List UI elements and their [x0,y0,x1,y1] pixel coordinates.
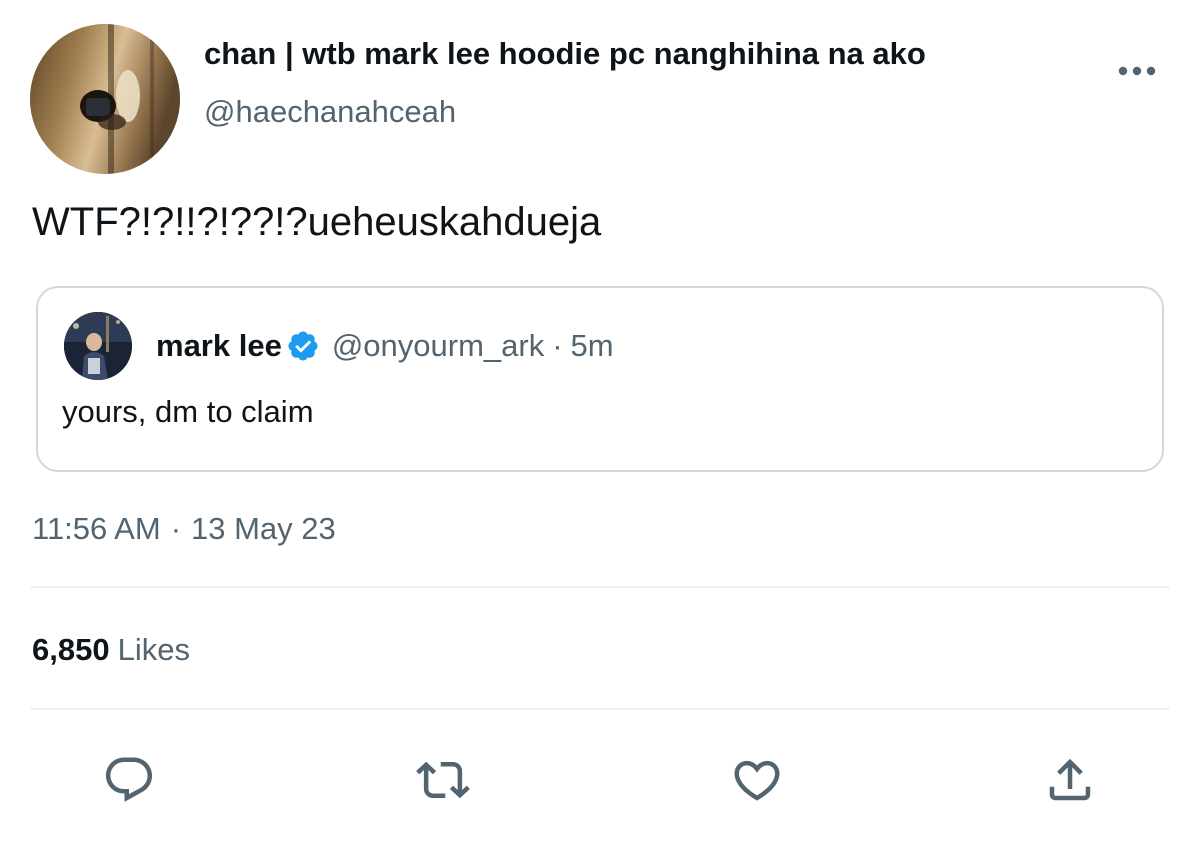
separator-dot: · [552,328,563,363]
author-avatar[interactable] [30,24,180,174]
quoted-author-avatar[interactable] [64,312,132,380]
reply-button[interactable] [101,752,157,808]
more-dots-icon [1118,66,1156,76]
author-handle[interactable]: @haechanahceah [204,94,456,130]
quoted-avatar-photo [64,312,132,380]
likes-stat[interactable]: 6,850 Likes [32,632,190,668]
share-button[interactable] [1042,752,1098,808]
divider [30,586,1170,588]
tweet-date: 13 May 23 [191,511,336,546]
quoted-tweet-text: yours, dm to claim [62,394,314,429]
retweet-button[interactable] [415,752,471,808]
likes-count: 6,850 [32,632,110,667]
more-options-button[interactable] [1112,56,1162,86]
tweet-timestamp[interactable]: 11:56 AM · 13 May 23 [32,511,336,547]
author-display-name[interactable]: chan | wtb mark lee hoodie pc nanghihina… [204,36,926,72]
tweet-time: 11:56 AM [32,511,161,546]
quoted-tweet-age[interactable]: 5m [571,328,614,364]
share-icon [1049,758,1091,801]
quoted-author-handle[interactable]: @onyourm_ark [332,328,544,364]
quoted-author-name[interactable]: mark lee [156,328,282,364]
divider [30,708,1170,710]
like-button[interactable] [729,752,785,808]
tweet-text: WTF?!?!!?!??!?ueheuskahdueja [32,200,602,244]
quoted-tweet-card[interactable]: mark lee @onyourm_ark · 5m yours, dm to … [36,286,1164,472]
avatar-photo [30,24,180,174]
heart-icon [734,760,780,801]
retweet-icon [416,761,470,799]
separator-dot: · [170,511,182,546]
quoted-tweet-header: mark lee @onyourm_ark · 5m [156,328,614,364]
likes-label: Likes [117,632,190,667]
verified-badge-icon [288,331,318,361]
speech-bubble-icon [105,757,153,802]
